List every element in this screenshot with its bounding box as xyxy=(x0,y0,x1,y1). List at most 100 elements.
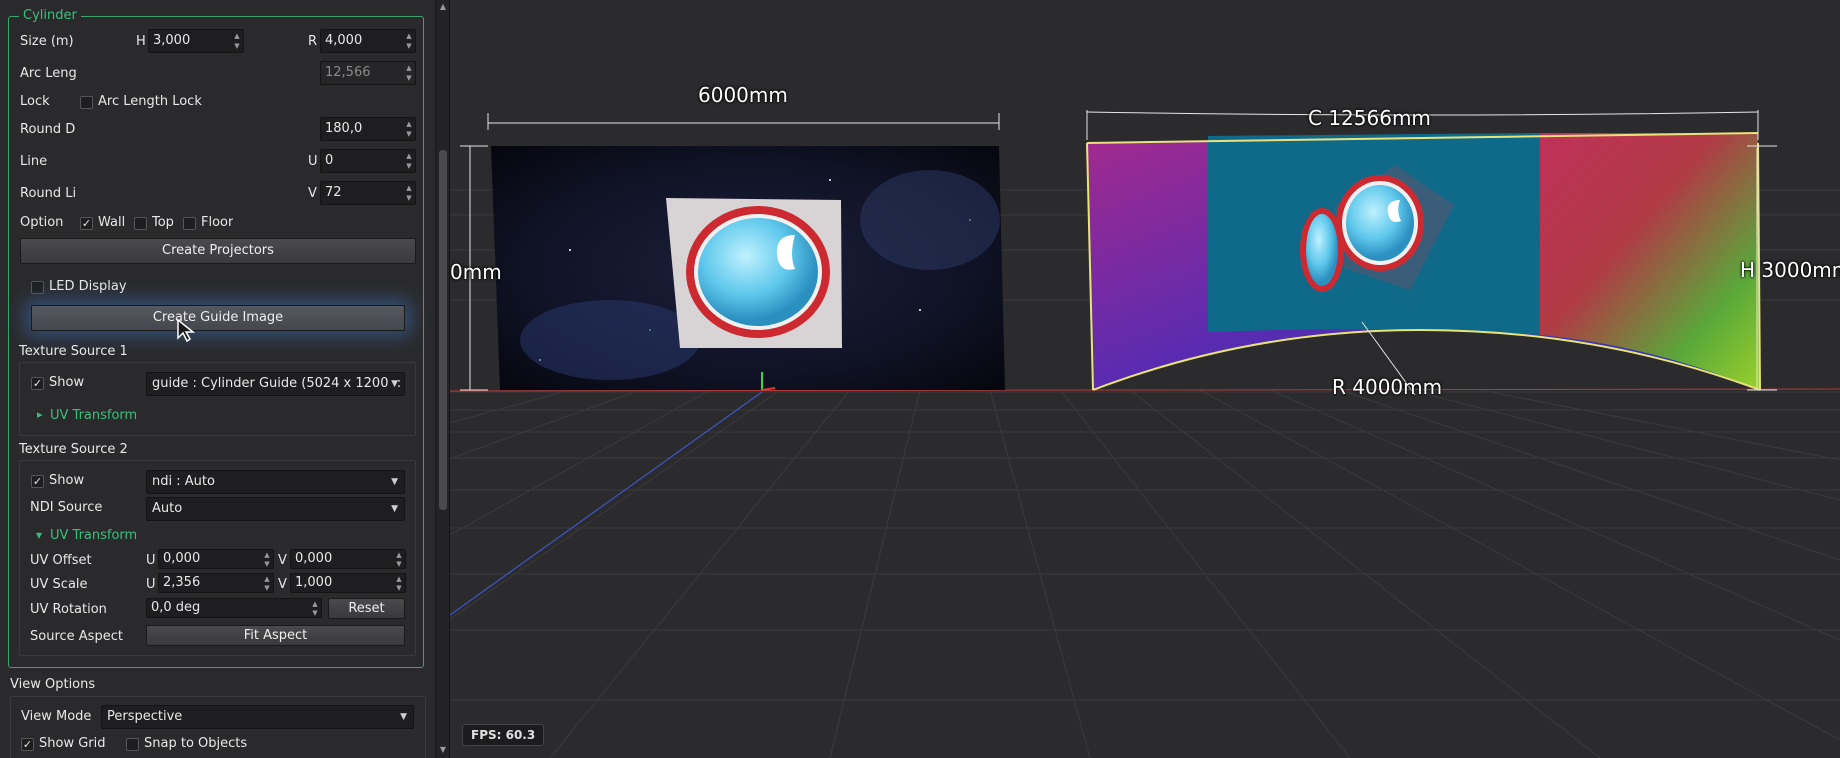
panel-scrollbar[interactable]: ▲ ▼ xyxy=(436,0,450,758)
option-label: Option xyxy=(20,215,64,230)
show-grid-label: Show Grid xyxy=(39,736,106,751)
round-line-label: Round Li xyxy=(20,186,76,201)
tex2-source-select[interactable]: ndi : Auto ▼ xyxy=(146,470,405,494)
led-display-label: LED Display xyxy=(49,279,127,294)
tex1-uv-transform-toggle[interactable]: UV Transform xyxy=(50,408,137,423)
snap-to-objects-label: Snap to Objects xyxy=(144,736,248,751)
tex1-source-value: guide : Cylinder Guide (5024 x 1200p: xyxy=(152,376,402,391)
chevron-down-icon: ▼ xyxy=(391,504,398,514)
height-input[interactable]: 3,000 ▲ ▼ xyxy=(148,29,244,53)
show-grid-checkbox[interactable]: ✓ xyxy=(21,738,34,751)
line-u-label: U xyxy=(308,154,318,169)
spin-arrows-icon[interactable]: ▲ ▼ xyxy=(263,575,271,593)
r-label: R xyxy=(308,34,318,49)
uv-scale-u-input[interactable]: 2,356 ▲ ▼ xyxy=(158,573,274,593)
arc-length-input: 12,566 ▲ ▼ xyxy=(320,61,416,85)
tex2-show-checkbox[interactable]: ✓ xyxy=(31,475,44,488)
line-u-input[interactable]: 0 ▲ ▼ xyxy=(320,149,416,173)
check-icon: ✓ xyxy=(32,475,43,488)
tex1-show-label: Show xyxy=(49,375,85,390)
led-display-checkbox[interactable] xyxy=(31,281,44,294)
line-v-value: 72 xyxy=(325,185,342,200)
floor-label: Floor xyxy=(201,215,234,230)
uv-rotation-label: UV Rotation xyxy=(30,602,107,617)
tex1-source-select[interactable]: guide : Cylinder Guide (5024 x 1200p: ▼ xyxy=(146,372,405,396)
expand-icon[interactable]: ▸ xyxy=(37,408,43,421)
uv-offset-u-input[interactable]: 0,000 ▲ ▼ xyxy=(158,549,274,569)
tex2-uv-transform-toggle[interactable]: UV Transform xyxy=(50,528,137,543)
uv-rotation-value: 0,0 deg xyxy=(151,600,201,615)
ndi-source-label: NDI Source xyxy=(30,500,103,515)
radius-value: 4,000 xyxy=(325,33,363,48)
check-icon: ✓ xyxy=(32,377,43,390)
uv-offset-v-input[interactable]: 0,000 ▲ ▼ xyxy=(290,549,406,569)
uv-scale-v-value: 1,000 xyxy=(295,575,333,590)
arc-length-value: 12,566 xyxy=(325,65,371,80)
spin-arrows-icon[interactable]: ▲ ▼ xyxy=(311,600,319,618)
uv-scale-label: UV Scale xyxy=(30,577,88,592)
round-degree-input[interactable]: 180,0 ▲ ▼ xyxy=(320,117,416,141)
uv-scale-u-label: U xyxy=(146,577,156,592)
round-degree-value: 180,0 xyxy=(325,121,363,136)
width-dimension-label: 6000mm xyxy=(698,83,788,107)
fit-aspect-button[interactable]: Fit Aspect xyxy=(146,625,405,646)
3d-viewport[interactable]: 6000mm 0mm C 12566mm H 3000mm R 4000mm F… xyxy=(450,0,1840,758)
view-mode-select[interactable]: Perspective ▼ xyxy=(101,705,414,729)
tex2-source-value: ndi : Auto xyxy=(152,474,215,489)
spin-arrows-icon[interactable]: ▲ ▼ xyxy=(263,551,271,569)
curved-screen xyxy=(1086,132,1761,391)
texture-source-2-title: Texture Source 2 xyxy=(19,442,128,457)
collapse-icon[interactable]: ▾ xyxy=(36,528,42,542)
lock-label: Lock xyxy=(20,94,50,109)
uv-offset-label: UV Offset xyxy=(30,553,92,568)
uv-scale-u-value: 2,356 xyxy=(163,575,201,590)
top-checkbox[interactable] xyxy=(134,217,147,230)
reset-rotation-button[interactable]: Reset xyxy=(328,598,405,619)
uv-rotation-input[interactable]: 0,0 deg ▲ ▼ xyxy=(146,598,322,618)
line-v-input[interactable]: 72 ▲ ▼ xyxy=(320,181,416,205)
chevron-down-icon: ▼ xyxy=(391,477,398,487)
left-height-dimension-label: 0mm xyxy=(450,260,502,284)
ndi-source-select[interactable]: Auto ▼ xyxy=(146,497,405,521)
texture-source-1-title: Texture Source 1 xyxy=(19,344,128,359)
flat-screen xyxy=(491,146,1005,390)
chevron-down-icon: ▼ xyxy=(388,373,398,395)
spin-arrows-icon[interactable]: ▲ ▼ xyxy=(395,575,403,593)
line-u-value: 0 xyxy=(325,153,334,168)
spin-arrows-icon: ▲ ▼ xyxy=(406,64,412,82)
uv-offset-v-value: 0,000 xyxy=(295,551,333,566)
uv-offset-v-label: V xyxy=(278,553,287,568)
radius-input[interactable]: 4,000 ▲ ▼ xyxy=(320,29,416,53)
tex1-show-checkbox[interactable]: ✓ xyxy=(31,377,44,390)
spin-arrows-icon[interactable]: ▲ ▼ xyxy=(233,31,241,51)
uv-offset-u-value: 0,000 xyxy=(163,551,201,566)
uv-offset-u-label: U xyxy=(146,553,156,568)
wall-checkbox[interactable]: ✓ xyxy=(80,217,93,230)
create-projectors-button[interactable]: Create Projectors xyxy=(20,238,416,264)
tex2-show-label: Show xyxy=(49,473,85,488)
chevron-down-icon: ▼ xyxy=(400,712,407,722)
scene-canvas[interactable] xyxy=(450,0,1840,758)
size-label: Size (m) xyxy=(20,34,74,49)
arc-length-lock-label: Arc Length Lock xyxy=(98,94,202,109)
round-degree-label: Round De xyxy=(20,122,76,137)
create-guide-image-button[interactable]: Create Guide Image xyxy=(31,305,405,331)
floor-checkbox[interactable] xyxy=(183,217,196,230)
check-icon: ✓ xyxy=(81,217,92,230)
mouse-cursor-icon xyxy=(177,318,196,343)
uv-scale-v-input[interactable]: 1,000 ▲ ▼ xyxy=(290,573,406,593)
spin-arrows-icon[interactable]: ▲ ▼ xyxy=(405,119,413,139)
spin-arrows-icon[interactable]: ▲ ▼ xyxy=(395,551,403,569)
top-label: Top xyxy=(152,215,174,230)
snap-checkbox[interactable] xyxy=(126,738,139,751)
radius-dimension-label: R 4000mm xyxy=(1332,375,1443,399)
spin-arrows-icon[interactable]: ▲ ▼ xyxy=(405,183,413,203)
check-icon: ✓ xyxy=(22,738,33,751)
scroll-down-icon[interactable]: ▼ xyxy=(438,745,448,755)
spin-arrows-icon[interactable]: ▲ ▼ xyxy=(405,151,413,171)
scrollbar-thumb[interactable] xyxy=(439,150,447,510)
scroll-up-icon[interactable]: ▲ xyxy=(438,2,448,12)
spin-arrows-icon[interactable]: ▲ ▼ xyxy=(405,31,413,51)
arc-length-lock-checkbox[interactable] xyxy=(80,96,93,109)
view-mode-value: Perspective xyxy=(107,709,183,724)
